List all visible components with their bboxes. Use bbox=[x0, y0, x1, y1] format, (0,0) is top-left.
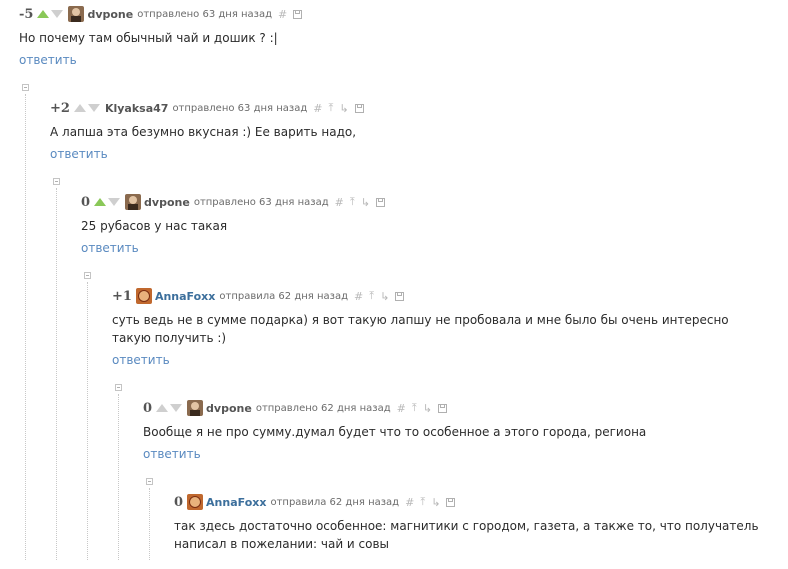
comment-timestamp: отправлено 62 дня назад bbox=[255, 402, 391, 414]
comment-rating: 0 bbox=[174, 494, 184, 510]
comment-header: 0 dvpone отправлено 63 дня назад # ⤒ ↳ bbox=[81, 194, 385, 210]
comment-header: +2 Klyaksa47 отправлено 63 дня назад # ⤒… bbox=[50, 100, 364, 116]
branch-icon[interactable]: ↳ bbox=[361, 196, 370, 209]
parent-comment-icon[interactable]: ⤒ bbox=[420, 495, 425, 509]
parent-comment-icon[interactable]: ⤒ bbox=[412, 401, 417, 415]
collapse-icon[interactable] bbox=[53, 178, 60, 185]
collapse-icon[interactable] bbox=[84, 272, 91, 279]
branch-icon[interactable]: ↳ bbox=[431, 496, 440, 509]
collapse-icon[interactable] bbox=[115, 384, 122, 391]
upvote-icon[interactable] bbox=[73, 104, 86, 112]
comment-author[interactable]: AnnaFoxx bbox=[155, 290, 215, 303]
thread-line bbox=[149, 488, 150, 560]
comment-header: -5 dvpone отправлено 63 дня назад # bbox=[19, 6, 303, 22]
avatar[interactable] bbox=[187, 494, 204, 510]
reply-link[interactable]: ответить bbox=[19, 53, 77, 67]
comment-timestamp: отправила 62 дня назад bbox=[219, 290, 348, 302]
downvote-icon[interactable] bbox=[51, 10, 64, 18]
reply-link[interactable]: ответить bbox=[143, 447, 201, 461]
reply-link[interactable]: ответить bbox=[81, 241, 139, 255]
thread-line bbox=[56, 188, 57, 560]
upvote-icon[interactable] bbox=[37, 10, 50, 18]
comment-rating: +1 bbox=[112, 288, 132, 304]
comment-header: 0 dvpone отправлено 62 дня назад # ⤒ ↳ bbox=[143, 400, 447, 416]
floppy-icon[interactable] bbox=[354, 103, 364, 113]
comment-timestamp: отправлено 63 дня назад bbox=[193, 196, 329, 208]
floppy-icon[interactable] bbox=[375, 197, 385, 207]
floppy-icon[interactable] bbox=[437, 403, 447, 413]
reply-link[interactable]: ответить bbox=[112, 353, 170, 367]
comment-author[interactable]: AnnaFoxx bbox=[206, 496, 266, 509]
comment-rating: 0 bbox=[81, 194, 91, 210]
floppy-icon[interactable] bbox=[395, 291, 405, 301]
reply-link[interactable]: ответить bbox=[50, 147, 108, 161]
avatar[interactable] bbox=[68, 6, 85, 22]
avatar[interactable] bbox=[135, 288, 152, 304]
thread-line bbox=[25, 94, 26, 560]
comment-text: А лапша эта безумно вкусная :) Ее варить… bbox=[50, 125, 357, 139]
branch-icon[interactable]: ↳ bbox=[339, 102, 348, 115]
branch-icon[interactable]: ↳ bbox=[423, 402, 432, 415]
branch-icon[interactable]: ↳ bbox=[380, 290, 389, 303]
parent-comment-icon[interactable]: ⤒ bbox=[350, 195, 355, 209]
comment-timestamp: отправила 62 дня назад bbox=[270, 496, 400, 508]
comment-rating: +2 bbox=[50, 100, 70, 116]
permalink-icon[interactable]: # bbox=[397, 402, 406, 415]
downvote-icon[interactable] bbox=[170, 404, 183, 412]
collapse-icon[interactable] bbox=[146, 478, 153, 485]
upvote-icon[interactable] bbox=[94, 198, 107, 206]
permalink-icon[interactable]: # bbox=[313, 102, 322, 115]
comment-author[interactable]: dvpone bbox=[206, 402, 252, 415]
comment-header: +1 AnnaFoxx отправила 62 дня назад # ⤒ ↳ bbox=[112, 288, 405, 304]
avatar[interactable] bbox=[125, 194, 142, 210]
parent-comment-icon[interactable]: ⤒ bbox=[369, 289, 374, 303]
comment-rating: -5 bbox=[19, 6, 34, 22]
comment-author[interactable]: dvpone bbox=[144, 196, 190, 209]
comment-author[interactable]: dvpone bbox=[87, 8, 133, 21]
comment-text: так здесь достаточно особенное: магнитик… bbox=[174, 519, 759, 551]
comment-timestamp: отправлено 63 дня назад bbox=[172, 102, 308, 114]
floppy-icon[interactable] bbox=[293, 9, 303, 19]
comment-text: суть ведь не в сумме подарка) я вот таку… bbox=[112, 313, 729, 345]
thread-line bbox=[87, 282, 88, 560]
permalink-icon[interactable]: # bbox=[354, 290, 363, 303]
comment-header: 0 AnnaFoxx отправила 62 дня назад # ⤒ ↳ bbox=[174, 494, 456, 510]
comment-rating: 0 bbox=[143, 400, 153, 416]
upvote-icon[interactable] bbox=[156, 404, 169, 412]
comment-text: Вообще я не про сумму.думал будет что то… bbox=[143, 425, 647, 439]
permalink-icon[interactable]: # bbox=[335, 196, 344, 209]
parent-comment-icon[interactable]: ⤒ bbox=[328, 101, 333, 115]
downvote-icon[interactable] bbox=[108, 198, 121, 206]
floppy-icon[interactable] bbox=[446, 497, 456, 507]
comment-timestamp: отправлено 63 дня назад bbox=[137, 8, 273, 20]
downvote-icon[interactable] bbox=[87, 104, 100, 112]
permalink-icon[interactable]: # bbox=[278, 8, 287, 21]
thread-line bbox=[118, 394, 119, 560]
permalink-icon[interactable]: # bbox=[405, 496, 414, 509]
collapse-icon[interactable] bbox=[22, 84, 29, 91]
comment-text: Но почему там обычный чай и дошик ? :| bbox=[19, 31, 278, 45]
avatar[interactable] bbox=[187, 400, 204, 416]
comment-text: 25 рубасов у нас такая bbox=[81, 219, 228, 233]
comment-author[interactable]: Klyaksa47 bbox=[105, 102, 168, 115]
